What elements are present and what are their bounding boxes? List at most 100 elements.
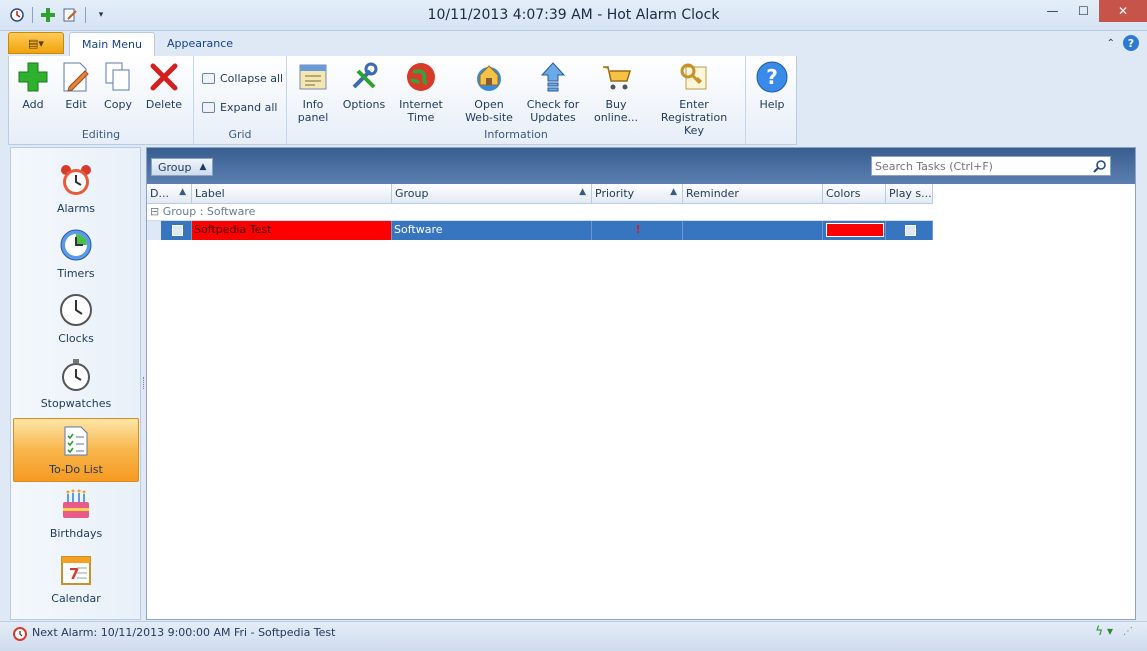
buy-online-label1: Buy [605,98,627,111]
column-header-reminder[interactable]: Reminder [683,184,823,204]
minimize-button[interactable]: — [1037,0,1068,22]
delete-label: Delete [145,98,183,111]
grid-group-label: Grid [228,128,252,141]
color-swatch [826,223,884,237]
open-website-button[interactable]: Open Web-site [463,60,515,124]
window-controls: — ☐ ✕ [1037,0,1147,22]
tab-main-menu[interactable]: Main Menu [69,32,155,56]
nav-item-clocks[interactable]: Clocks [13,288,139,352]
nav-item-todo-list[interactable]: To-Do List [13,418,139,482]
sort-up-icon: ▲ [199,162,207,172]
search-input[interactable] [872,157,1082,175]
open-website-label2: Web-site [465,111,513,124]
check-updates-label2: Updates [530,111,576,124]
maximize-button[interactable]: ☐ [1068,0,1099,22]
label-cell[interactable]: Softpedia Test [192,221,392,240]
delete-icon [147,60,181,94]
internet-time-label2: Time [407,111,435,124]
group-row-software[interactable]: ⊟ Group : Software [147,205,933,221]
help-icon: ? [755,60,789,94]
navigation-pane: Alarms Timers Clocks Stopwatches To-Do L… [10,147,141,620]
group-by-header: Group ▲ [147,148,1135,184]
group-cell[interactable]: Software [392,221,592,240]
edit-icon [59,60,93,94]
power-icon[interactable]: ϟ ▾ [1095,624,1113,638]
sort-up-icon: ▲ [179,187,186,197]
minimize-ribbon-icon[interactable]: ⌃ [1107,38,1115,49]
nav-item-timers[interactable]: Timers [13,223,139,287]
expand-all-button[interactable]: Expand all [202,101,278,114]
column-header-colors[interactable]: Colors [823,184,886,204]
copy-button[interactable]: Copy [100,60,136,111]
nav-item-calendar[interactable]: 7 Calendar [13,548,139,612]
add-button[interactable]: Add [15,60,51,111]
expand-icon [202,102,215,113]
clock-icon [58,292,94,328]
group-by-chip[interactable]: Group ▲ [151,158,214,176]
calendar-icon: 7 [58,552,94,588]
column-header-done[interactable]: D... ▲ [147,184,192,204]
update-icon [536,60,570,94]
grid-group: Collapse all Expand all Grid [194,56,287,144]
column-header-label[interactable]: Label [192,184,392,204]
nav-label-alarms: Alarms [56,202,96,215]
svg-text:?: ? [766,65,778,89]
help-circle-icon[interactable]: ? [1123,35,1139,51]
enter-registration-key-button[interactable]: Enter Registration Key [651,60,737,137]
colors-cell[interactable] [823,221,886,240]
info-panel-icon [296,60,330,94]
internet-time-label1: Internet [399,98,443,111]
open-website-label1: Open [474,98,504,111]
high-priority-icon: ! [635,223,641,236]
nav-label-stopwatches: Stopwatches [40,397,112,410]
column-header-play-sound[interactable]: Play s... [886,184,933,204]
done-checkbox[interactable] [171,225,183,236]
ribbon-tabs: ▤▾ Main Menu Appearance ⌃ ? [0,31,1147,56]
help-group: ? Help [746,56,798,144]
editing-group: Add Edit Copy Delete Editing [9,56,194,144]
play-sound-cell[interactable] [886,221,933,240]
group-by-chip-label: Group [158,160,192,174]
nav-item-birthdays[interactable]: Birthdays [13,483,139,547]
add-label: Add [22,98,44,111]
resize-grip-icon[interactable]: ⋰ [1123,626,1133,637]
editing-group-label: Editing [81,128,121,141]
priority-cell[interactable]: ! [592,221,683,240]
sort-up-icon: ▲ [579,187,586,197]
status-bar: Next Alarm: 10/11/2013 9:00:00 AM Fri - … [0,621,1147,651]
nav-item-alarms[interactable]: Alarms [13,158,139,222]
edit-button[interactable]: Edit [58,60,94,111]
table-row[interactable]: Softpedia Test Software ! [147,221,933,240]
help-label: Help [759,98,785,111]
options-button[interactable]: Options [340,60,388,111]
reminder-cell[interactable] [683,221,823,240]
delete-button[interactable]: Delete [142,60,186,111]
website-icon [472,60,506,94]
collapse-all-button[interactable]: Collapse all [202,72,283,85]
play-sound-checkbox[interactable] [904,225,916,236]
buy-online-button[interactable]: Buy online... [592,60,640,124]
check-updates-button[interactable]: Check for Updates [525,60,581,124]
help-button[interactable]: ? Help [752,60,792,111]
add-icon [16,60,50,94]
enter-key-label1: Enter [679,98,709,111]
info-panel-label2: panel [297,111,329,124]
expand-all-label: Expand all [220,101,278,114]
internet-time-button[interactable]: Internet Time [397,60,445,124]
search-box [871,156,1111,176]
column-header-priority[interactable]: Priority ▲ [592,184,683,204]
tab-appearance[interactable]: Appearance [155,32,245,56]
search-icon[interactable] [1093,159,1107,173]
column-header-group[interactable]: Group ▲ [392,184,592,204]
options-icon [347,60,381,94]
stopwatch-icon [58,357,94,393]
close-button[interactable]: ✕ [1099,0,1147,22]
done-cell[interactable] [161,221,192,240]
info-panel-button[interactable]: Info panel [291,60,335,124]
copy-icon [101,60,135,94]
check-updates-label1: Check for [526,98,580,111]
edit-label: Edit [65,98,87,111]
nav-item-stopwatches[interactable]: Stopwatches [13,353,139,417]
todo-icon [58,423,94,459]
application-menu-button[interactable]: ▤▾ [8,32,64,54]
